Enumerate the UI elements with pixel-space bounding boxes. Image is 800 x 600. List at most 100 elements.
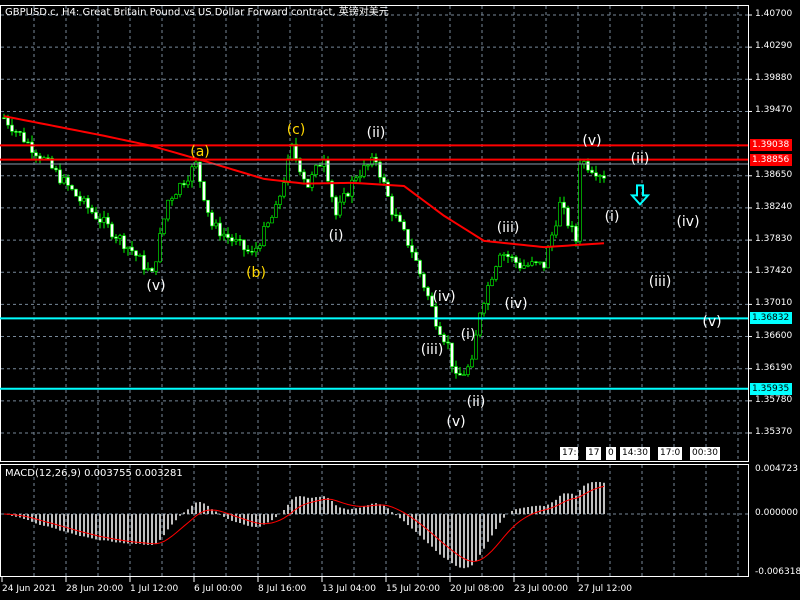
- macd-title: MACD(12,26,9) 0.003755 0.003281: [5, 468, 183, 479]
- candle-body: [522, 265, 526, 269]
- candle-body: [562, 201, 566, 209]
- candle-body: [394, 214, 398, 217]
- candle-body: [146, 268, 150, 270]
- candle-body: [570, 225, 574, 228]
- wave-label: (v): [582, 133, 602, 150]
- candle-body: [154, 261, 158, 272]
- candle-body: [566, 207, 570, 227]
- candle-body: [506, 254, 510, 258]
- time-axis-label: 1 Jul 12:00: [130, 584, 179, 594]
- candle-body: [202, 181, 206, 201]
- candle-body: [102, 217, 106, 223]
- price-axis-label: 1.37830: [755, 234, 793, 245]
- candle-body: [510, 256, 514, 259]
- wave-label: (b): [246, 265, 266, 281]
- wave-label: (a): [190, 144, 210, 161]
- candle-body: [318, 164, 322, 167]
- candle-body: [34, 152, 38, 157]
- candle-body: [182, 183, 186, 186]
- candle-body: [90, 207, 94, 213]
- time-axis-label: 8 Jul 16:00: [258, 584, 307, 594]
- candle-body: [114, 236, 118, 239]
- macd-axis-label: 0.000000: [755, 508, 798, 519]
- wave-label: (i): [328, 228, 344, 245]
- candle-body: [166, 199, 170, 220]
- candle-body: [602, 175, 606, 179]
- candle-body: [342, 193, 346, 203]
- candle-body: [186, 180, 190, 186]
- candle-body: [218, 222, 222, 237]
- candle-body: [262, 226, 266, 247]
- candle-body: [314, 164, 318, 175]
- candle-body: [162, 218, 166, 234]
- candle-body: [66, 177, 70, 186]
- candle-body: [490, 278, 494, 286]
- candle-body: [258, 245, 262, 249]
- price-level-label: 1.36832: [750, 312, 792, 325]
- candle-body: [498, 254, 502, 267]
- candle-body: [434, 306, 438, 327]
- candle-body: [150, 268, 154, 272]
- candle-body: [210, 212, 214, 227]
- candle-body: [222, 233, 226, 237]
- candle-body: [362, 165, 366, 177]
- candle-body: [334, 196, 338, 216]
- candle-body: [214, 222, 218, 227]
- candle-body: [126, 246, 130, 250]
- candle-body: [98, 218, 102, 223]
- candle-body: [78, 195, 82, 202]
- macd-axis-label: -0.006318: [755, 567, 800, 577]
- candle-body: [250, 251, 254, 253]
- wave-label: (c): [286, 122, 306, 139]
- candle-body: [558, 201, 562, 227]
- candle-body: [234, 239, 238, 242]
- candle-body: [94, 211, 98, 220]
- wave-label: (ii): [366, 125, 386, 142]
- wave-label: (v): [702, 313, 722, 330]
- wave-label: (iv): [432, 288, 456, 305]
- candle-body: [578, 163, 582, 242]
- candle-body: [54, 167, 58, 171]
- candle-body: [134, 250, 138, 256]
- candle-body: [502, 254, 506, 256]
- time-axis-label: 27 Jul 12:00: [578, 584, 632, 594]
- wave-label: (v): [446, 414, 466, 431]
- candle-body: [446, 341, 450, 344]
- candle-body: [322, 159, 326, 167]
- wave-label: (i): [460, 326, 476, 343]
- candle-body: [302, 171, 306, 180]
- candle-body: [574, 225, 578, 242]
- candle-body: [70, 185, 74, 190]
- wave-label: (iii): [496, 219, 520, 236]
- time-axis-label: 28 Jun 20:00: [66, 584, 124, 594]
- wave-label: (v): [146, 277, 166, 294]
- wave-label: (i): [604, 208, 620, 225]
- candle-body: [230, 237, 234, 242]
- price-chart[interactable]: [0, 0, 800, 600]
- candle-body: [282, 182, 286, 197]
- candle-body: [338, 201, 342, 216]
- candle-body: [242, 239, 246, 251]
- candle-body: [390, 196, 394, 216]
- price-axis-label: 1.38650: [755, 169, 793, 180]
- candle-body: [74, 188, 78, 197]
- price-axis-label: 1.35370: [755, 427, 793, 437]
- candle-body: [450, 342, 454, 367]
- candle-body: [398, 214, 402, 223]
- candle-body: [82, 197, 86, 202]
- time-axis-label: 6 Jul 00:00: [194, 584, 243, 594]
- candle-body: [554, 225, 558, 236]
- time-marker: 17: [586, 447, 602, 460]
- time-marker: 0: [606, 447, 616, 460]
- candle-body: [526, 264, 530, 267]
- candle-body: [130, 246, 134, 252]
- time-marker: 00:30: [690, 447, 720, 460]
- candle-body: [14, 131, 18, 133]
- price-axis-label: 1.37420: [755, 266, 793, 277]
- candle-body: [382, 177, 386, 183]
- wave-label: (ii): [466, 393, 486, 410]
- price-axis-label: 1.35780: [755, 394, 793, 405]
- candle-body: [198, 161, 202, 182]
- candle-body: [410, 245, 414, 253]
- candle-body: [170, 198, 174, 201]
